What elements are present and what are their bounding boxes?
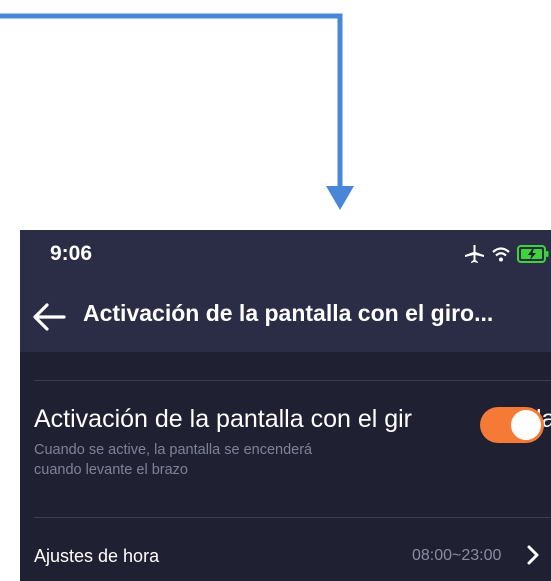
setting-description: Cuando se active, la pantalla se encende… — [34, 440, 312, 480]
status-icons — [463, 243, 549, 265]
description-line: Cuando se active, la pantalla se encende… — [34, 442, 313, 458]
description-line: cuando levante el brazo — [34, 462, 188, 478]
hours-label: Ajustes de hora — [34, 546, 160, 566]
setting-title: Activación de la pantalla con el gir — [34, 405, 413, 433]
back-arrow-icon[interactable] — [32, 302, 66, 332]
divider — [34, 517, 551, 518]
page-title: Activación de la pantalla con el giro... — [83, 300, 494, 326]
wifi-icon — [491, 246, 511, 262]
status-bar: 9:06 — [20, 230, 551, 280]
divider — [34, 380, 551, 381]
chevron-right-icon — [527, 545, 539, 565]
battery-charging-icon — [517, 245, 549, 263]
hours-value: 08:00~23:00 — [412, 547, 502, 564]
airplane-icon — [463, 244, 485, 264]
annotation-arrow — [0, 13, 354, 210]
status-time: 9:06 — [50, 242, 93, 265]
phone-screen: 9:06 Activación de la pantalla con el gi… — [20, 230, 551, 581]
nav-bar: Activación de la pantalla con el giro... — [20, 280, 551, 352]
screenshot-canvas: 9:06 Activación de la pantalla con el gi… — [0, 0, 551, 581]
hours-settings-row[interactable]: Ajustes de hora 08:00~23:00 — [20, 530, 551, 580]
raise-to-wake-toggle[interactable] — [480, 407, 544, 443]
toggle-knob — [511, 410, 541, 440]
